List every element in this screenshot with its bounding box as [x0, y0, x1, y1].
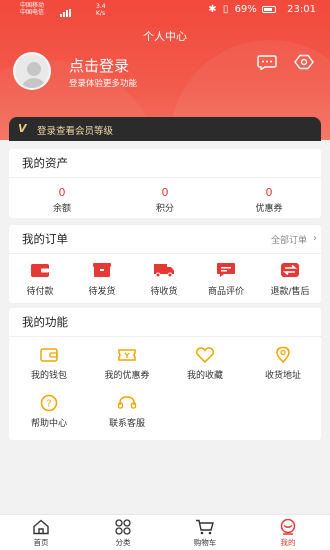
category-icon	[115, 519, 131, 535]
function-label: 收货地址	[264, 371, 301, 381]
asset-coupons[interactable]: 0 优惠券	[229, 186, 309, 214]
member-level-text: 登录查看会员等级	[37, 126, 114, 137]
functions-card: 我的功能 我的钱包 我的优惠券 我的收藏 收货地址 ? 帮助中心 联系客服	[9, 308, 321, 440]
signal-icon	[60, 6, 90, 17]
function-customer-service[interactable]: 联系客服	[87, 394, 167, 429]
vip-badge-icon: V	[18, 122, 27, 135]
carrier-1: 中国移动	[20, 2, 45, 9]
wallet-icon	[31, 264, 49, 277]
all-orders-label: 全部订单	[270, 236, 307, 246]
network-speed-unit: K/s	[96, 10, 106, 17]
page-title: 个人中心	[143, 30, 187, 43]
coupon-icon	[118, 349, 136, 361]
orders-card: 我的订单 全部订单 › 待付款 待发货 待收货 商品评价 退款/售后	[9, 225, 321, 303]
tab-cart[interactable]: 购物车	[175, 519, 235, 548]
all-orders-link[interactable]: 全部订单 ›	[270, 233, 317, 246]
order-review[interactable]: 商品评价	[195, 262, 257, 297]
refund-icon	[281, 263, 299, 277]
function-favorites[interactable]: 我的收藏	[165, 346, 245, 381]
order-item-label: 待付款	[26, 287, 54, 297]
avatar[interactable]	[13, 52, 61, 90]
function-help[interactable]: ? 帮助中心	[9, 394, 89, 429]
battery-icon	[261, 5, 276, 13]
coupons-value: 0	[265, 186, 273, 199]
orders-title: 我的订单	[22, 232, 68, 246]
profile-icon	[280, 519, 296, 535]
order-item-label: 商品评价	[207, 287, 244, 297]
help-icon: ?	[40, 394, 58, 412]
balance-label: 余额	[52, 204, 71, 214]
order-refund[interactable]: 退款/售后	[259, 262, 321, 297]
function-label: 联系客服	[108, 419, 145, 429]
battery-percent: 69%	[234, 4, 257, 15]
status-bar: 中国移动 中国电信 3.4 K/s ✱ ▯ 69% 23:01	[0, 0, 330, 20]
function-address[interactable]: 收货地址	[243, 346, 323, 381]
order-item-label: 待收货	[150, 287, 178, 297]
home-icon	[33, 519, 49, 535]
network-speed: 3.4	[96, 3, 106, 10]
order-pending-payment[interactable]: 待付款	[9, 262, 71, 297]
points-label: 积分	[155, 204, 174, 214]
comment-icon	[217, 263, 235, 277]
message-icon[interactable]	[257, 54, 277, 70]
assets-card: 我的资产 0 余额 0 积分 0 优惠券	[9, 149, 321, 218]
order-pending-shipment[interactable]: 待发货	[71, 262, 133, 297]
balance-value: 0	[58, 186, 66, 199]
tab-label: 购物车	[193, 538, 217, 547]
function-label: 我的优惠券	[104, 371, 150, 381]
tab-category[interactable]: 分类	[93, 519, 153, 548]
carrier-2: 中国电信	[20, 9, 45, 16]
tab-label: 首页	[33, 538, 49, 547]
assets-title: 我的资产	[22, 156, 68, 170]
svg-text:?: ?	[46, 399, 51, 410]
order-item-label: 退款/售后	[270, 287, 310, 297]
wallet-icon	[40, 348, 58, 362]
points-value: 0	[161, 186, 169, 199]
location-icon	[276, 346, 290, 364]
member-level-bar[interactable]: V 登录查看会员等级	[9, 117, 321, 141]
order-item-label: 待发货	[88, 287, 116, 297]
vibrate-icon: ▯	[222, 4, 229, 15]
function-coupons[interactable]: 我的优惠券	[87, 346, 167, 381]
bottom-tab-bar: 首页 分类 购物车 我的	[0, 514, 330, 550]
service-icon	[117, 396, 137, 409]
order-pending-receipt[interactable]: 待收货	[133, 262, 195, 297]
heart-icon	[195, 347, 215, 364]
bluetooth-icon: ✱	[208, 4, 217, 15]
function-label: 我的钱包	[30, 371, 67, 381]
box-icon	[93, 263, 111, 277]
truck-icon	[154, 264, 174, 278]
asset-balance[interactable]: 0 余额	[22, 186, 102, 214]
tab-label: 分类	[115, 538, 131, 547]
tab-label: 我的	[280, 538, 296, 547]
tab-home[interactable]: 首页	[11, 519, 71, 548]
cart-icon	[196, 519, 214, 535]
clock: 23:01	[287, 4, 316, 15]
function-label: 我的收藏	[186, 371, 223, 381]
login-button[interactable]: 点击登录	[69, 55, 129, 76]
tab-profile[interactable]: 我的	[258, 519, 318, 548]
login-subtitle: 登录体验更多功能	[69, 79, 138, 89]
function-label: 帮助中心	[30, 419, 67, 429]
function-wallet[interactable]: 我的钱包	[9, 346, 89, 381]
chevron-right-icon: ›	[313, 233, 317, 244]
coupons-label: 优惠券	[255, 204, 283, 214]
settings-icon[interactable]	[294, 54, 314, 70]
functions-title: 我的功能	[22, 315, 68, 329]
asset-points[interactable]: 0 积分	[125, 186, 205, 214]
